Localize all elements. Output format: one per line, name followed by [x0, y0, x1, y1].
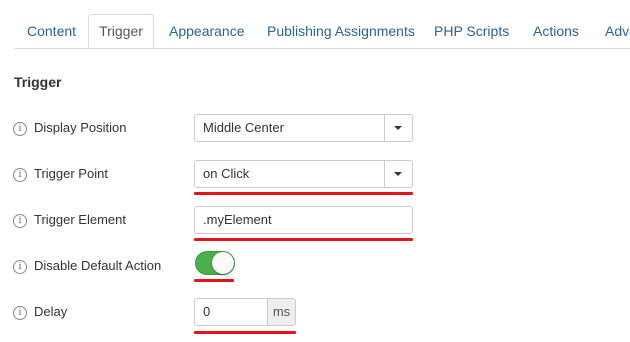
dropdown-toggle[interactable] [384, 161, 412, 187]
tab-bar-divider [14, 48, 630, 49]
trigger-element-label: Trigger Element [34, 212, 126, 227]
trigger-point-select[interactable]: on Click [194, 160, 413, 188]
info-icon[interactable]: i [13, 260, 27, 274]
trigger-point-label: Trigger Point [34, 166, 108, 181]
info-icon[interactable]: i [13, 168, 27, 182]
toggle-knob [212, 252, 234, 274]
delay-input-group: 0 ms [194, 298, 296, 326]
delay-value: 0 [203, 304, 211, 319]
tab-bar: Content Trigger Appearance Publishing As… [0, 0, 630, 49]
delay-label: Delay [34, 304, 68, 319]
disable-default-action-label: Disable Default Action [34, 258, 162, 273]
tab-content[interactable]: Content [27, 14, 76, 48]
tab-actions[interactable]: Actions [533, 14, 579, 48]
tab-advanced[interactable]: Adva [605, 14, 630, 48]
chevron-down-icon [394, 126, 402, 130]
info-icon[interactable]: i [13, 214, 27, 228]
tab-appearance[interactable]: Appearance [169, 14, 245, 48]
highlight-underline [194, 192, 413, 195]
tab-publishing-assignments[interactable]: Publishing Assignments [267, 14, 415, 48]
chevron-down-icon [394, 172, 402, 176]
delay-row: i Delay 0 ms [0, 297, 630, 327]
highlight-underline [194, 331, 296, 334]
trigger-point-row: i Trigger Point on Click [0, 159, 630, 189]
trigger-point-value: on Click [203, 166, 250, 181]
delay-unit: ms [267, 298, 296, 326]
tab-trigger[interactable]: Trigger [88, 14, 154, 49]
highlight-underline [194, 279, 234, 282]
info-icon[interactable]: i [13, 306, 27, 320]
delay-input[interactable]: 0 [194, 298, 268, 326]
display-position-value: Middle Center [203, 120, 284, 135]
tab-php-scripts[interactable]: PHP Scripts [434, 14, 509, 48]
dropdown-toggle[interactable] [384, 115, 412, 141]
display-position-label: Display Position [34, 120, 127, 135]
display-position-select[interactable]: Middle Center [194, 114, 413, 142]
disable-default-action-row: i Disable Default Action [0, 251, 630, 281]
trigger-element-value: .myElement [203, 212, 272, 227]
info-icon[interactable]: i [13, 122, 27, 136]
disable-default-action-toggle[interactable] [195, 251, 235, 275]
trigger-element-row: i Trigger Element .myElement [0, 205, 630, 235]
highlight-underline [194, 238, 413, 241]
section-title: Trigger [14, 74, 62, 90]
trigger-element-input[interactable]: .myElement [194, 206, 413, 234]
display-position-row: i Display Position Middle Center [0, 113, 630, 143]
